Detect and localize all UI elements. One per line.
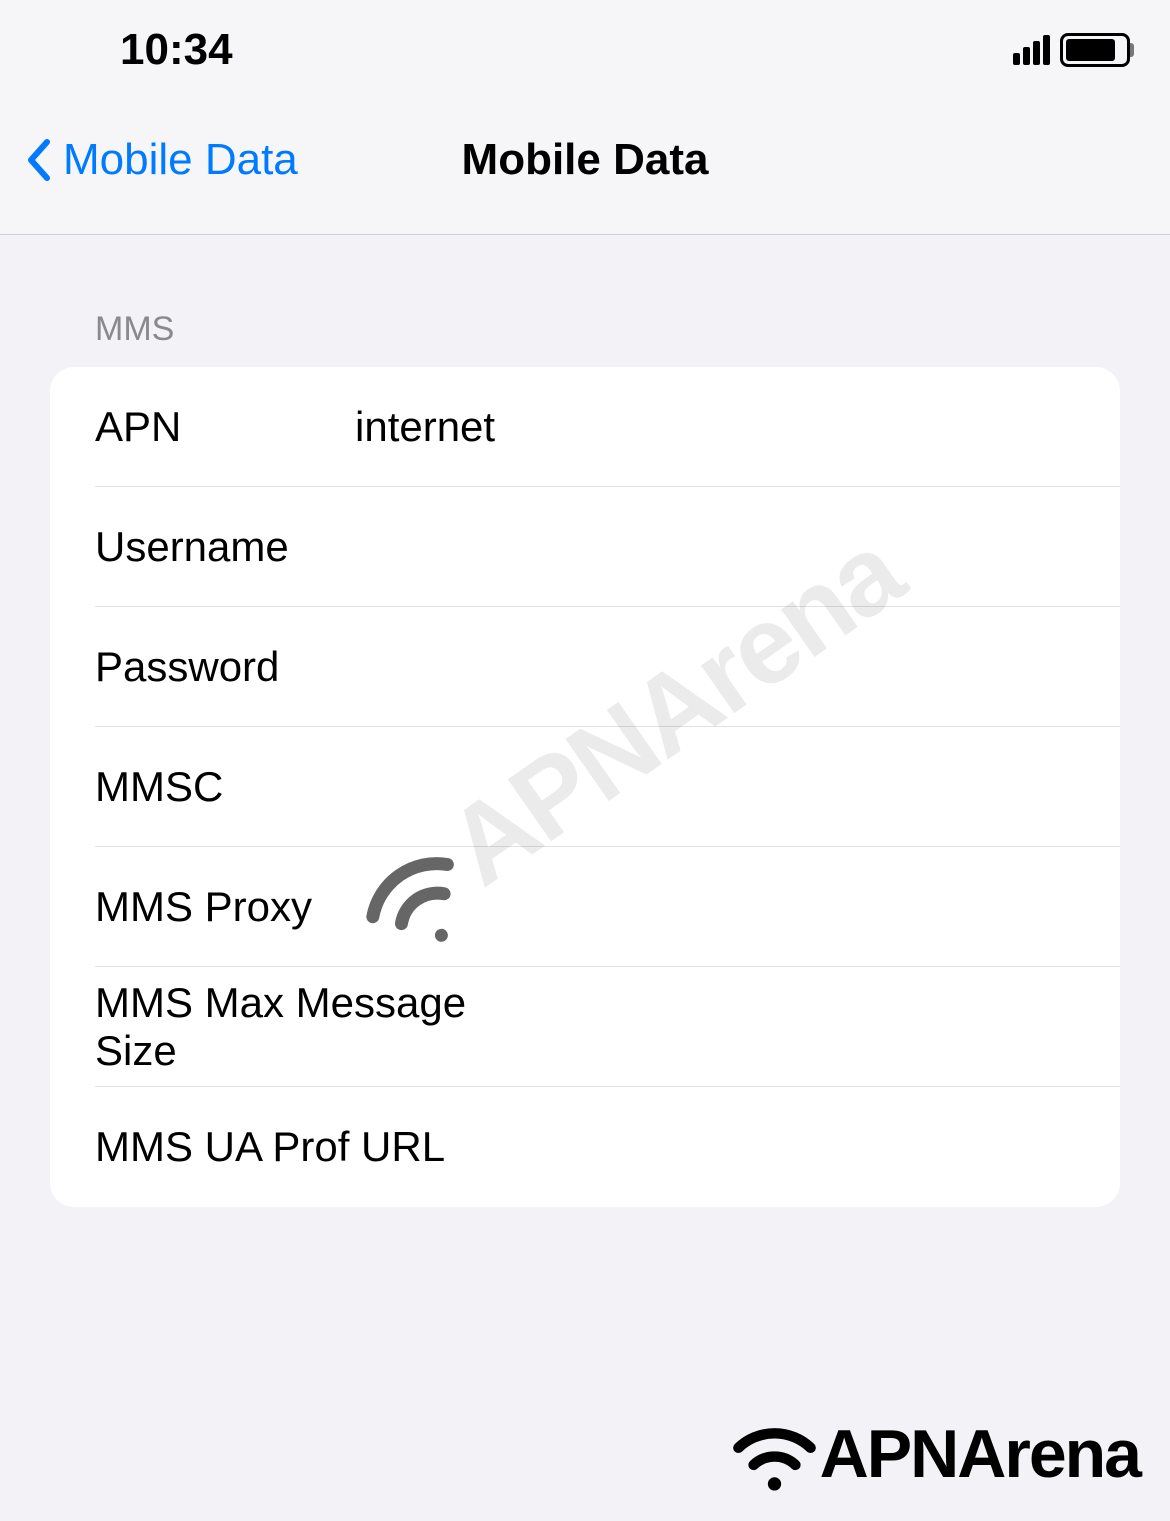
mms-proxy-label: MMS Proxy	[95, 883, 559, 931]
apn-input[interactable]	[355, 403, 1120, 451]
username-input[interactable]	[355, 523, 1120, 571]
mms-max-message-size-input[interactable]	[559, 1003, 1120, 1051]
wifi-icon	[727, 1406, 822, 1501]
mms-settings-group: APN Username Password MMSC MMS Proxy MMS…	[50, 367, 1120, 1207]
mms-proxy-input[interactable]	[559, 883, 1120, 931]
mms-ua-prof-url-row[interactable]: MMS UA Prof URL	[50, 1087, 1120, 1207]
back-label: Mobile Data	[63, 135, 298, 185]
section-header-mms: MMS	[50, 235, 1120, 367]
chevron-left-icon	[25, 138, 53, 182]
username-row[interactable]: Username	[50, 487, 1120, 607]
mmsc-label: MMSC	[95, 763, 355, 811]
mms-max-message-size-row[interactable]: MMS Max Message Size	[50, 967, 1120, 1087]
footer-logo: APNArena	[727, 1406, 1140, 1501]
content-area: MMS APN Username Password MMSC MMS Proxy	[0, 235, 1170, 1207]
status-bar: 10:34	[0, 0, 1170, 100]
password-input[interactable]	[355, 643, 1120, 691]
status-icons	[1013, 33, 1130, 67]
navigation-bar: Mobile Data Mobile Data	[0, 100, 1170, 235]
mmsc-row[interactable]: MMSC	[50, 727, 1120, 847]
mmsc-input[interactable]	[355, 763, 1120, 811]
apn-label: APN	[95, 403, 355, 451]
mms-proxy-row[interactable]: MMS Proxy	[50, 847, 1120, 967]
back-button[interactable]: Mobile Data	[25, 135, 298, 185]
page-title: Mobile Data	[462, 135, 709, 185]
status-time: 10:34	[120, 25, 233, 75]
mms-ua-prof-url-input[interactable]	[559, 1123, 1120, 1171]
username-label: Username	[95, 523, 355, 571]
apn-row[interactable]: APN	[50, 367, 1120, 487]
footer-logo-text: APNArena	[820, 1415, 1140, 1493]
battery-icon	[1060, 33, 1130, 67]
cellular-signal-icon	[1013, 35, 1050, 65]
mms-max-message-size-label: MMS Max Message Size	[95, 979, 559, 1075]
password-row[interactable]: Password	[50, 607, 1120, 727]
mms-ua-prof-url-label: MMS UA Prof URL	[95, 1123, 559, 1171]
password-label: Password	[95, 643, 355, 691]
